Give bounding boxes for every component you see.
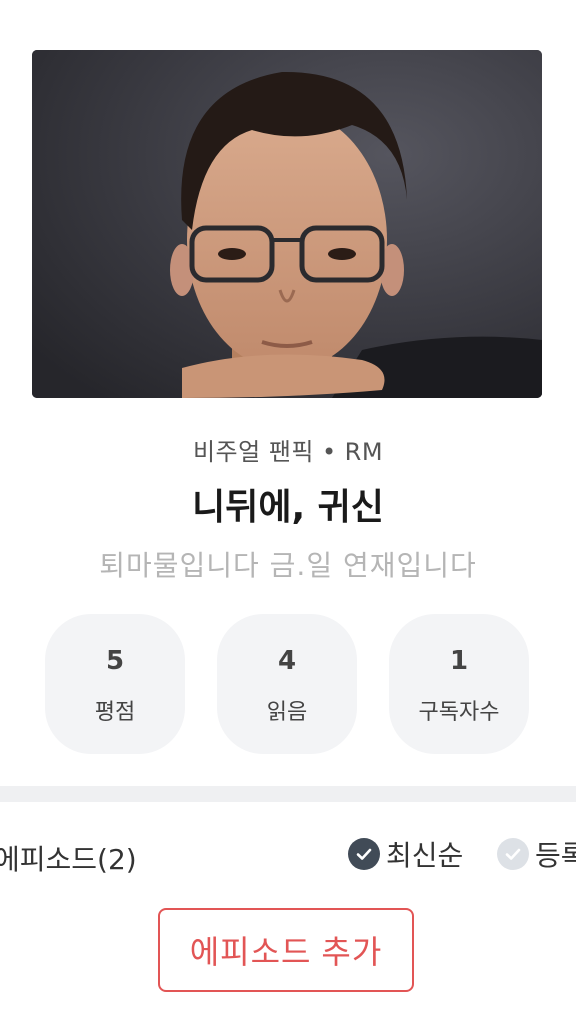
genre-label: 비주얼 팬픽 bbox=[192, 438, 314, 466]
add-episode-button[interactable]: 에피소드 추가 bbox=[158, 908, 414, 992]
cover-image bbox=[32, 50, 542, 398]
meta-separator: • bbox=[321, 438, 337, 466]
stat-reads-value: 4 bbox=[277, 646, 297, 676]
work-meta: 비주얼 팬픽 • RM bbox=[0, 432, 576, 467]
stat-subscribers-value: 1 bbox=[449, 646, 469, 676]
stat-subscribers: 1 구독자수 bbox=[389, 614, 529, 754]
check-icon bbox=[497, 838, 529, 870]
stats-row: 5 평점 4 읽음 1 구독자수 bbox=[0, 614, 576, 754]
stat-reads: 4 읽음 bbox=[217, 614, 357, 754]
work-title: 니뒤에, 귀신 bbox=[192, 487, 384, 528]
section-divider bbox=[0, 786, 576, 802]
sort-registered-label: 등록순 bbox=[535, 839, 576, 872]
stat-rating: 5 평점 bbox=[45, 614, 185, 754]
cover-portrait-illustration bbox=[32, 50, 542, 398]
stat-rating-label: 평점 bbox=[94, 700, 136, 725]
sort-latest-option[interactable]: 최신순 bbox=[348, 836, 463, 872]
episode-count: 에피소드(2) bbox=[0, 843, 137, 876]
work-description: 퇴마물입니다 금.일 연재입니다 bbox=[99, 549, 477, 582]
stat-rating-value: 5 bbox=[105, 646, 125, 676]
sort-latest-label: 최신순 bbox=[386, 839, 464, 872]
stat-subscribers-label: 구독자수 bbox=[418, 700, 500, 725]
check-icon bbox=[348, 838, 380, 870]
work-detail-page: 비주얼 팬픽 • RM 니뒤에, 귀신 퇴마물입니다 금.일 연재입니다 5 평점 … bbox=[0, 0, 576, 1024]
stat-reads-label: 읽음 bbox=[266, 700, 308, 725]
sort-registered-option[interactable]: 등록순 bbox=[497, 836, 576, 872]
episodes-header: 에피소드(2) 최신순 등록순 bbox=[0, 830, 576, 882]
artist-name[interactable]: RM bbox=[345, 438, 383, 466]
